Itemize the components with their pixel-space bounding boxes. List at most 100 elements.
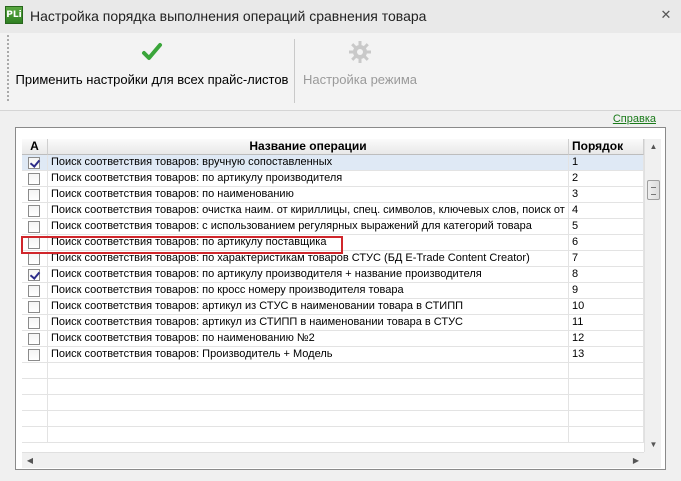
empty-row	[22, 379, 644, 395]
scroll-up-icon[interactable]: ▲	[645, 139, 662, 154]
operation-name-cell: Поиск соответствия товаров: по артикулу …	[48, 171, 569, 186]
green-checkmark-icon	[142, 43, 162, 60]
operation-name-cell: Поиск соответствия товаров: Производител…	[48, 347, 569, 362]
window-title: Настройка порядка выполнения операций ср…	[30, 8, 427, 24]
operation-name-cell: Поиск соответствия товаров: артикул из С…	[48, 315, 569, 330]
order-cell: 11	[569, 315, 644, 330]
row-checkbox[interactable]	[28, 285, 40, 297]
column-header-order[interactable]: Порядок	[569, 139, 644, 155]
empty-cell	[22, 395, 48, 410]
mode-settings-label: Настройка режима	[302, 72, 418, 87]
empty-row	[22, 363, 644, 379]
row-checkbox[interactable]	[28, 333, 40, 345]
empty-cell	[569, 411, 644, 426]
operation-name-cell: Поиск соответствия товаров: по характери…	[48, 251, 569, 266]
operation-name-cell: Поиск соответствия товаров: вручную сопо…	[48, 155, 569, 170]
order-cell: 8	[569, 267, 644, 282]
table-row[interactable]: Поиск соответствия товаров: по характери…	[22, 251, 644, 267]
checkbox-cell	[22, 267, 48, 282]
row-checkbox[interactable]	[28, 173, 40, 185]
empty-cell	[48, 363, 569, 378]
gear-icon	[349, 41, 371, 63]
row-checkbox[interactable]	[28, 317, 40, 329]
order-cell: 12	[569, 331, 644, 346]
horizontal-scrollbar[interactable]: ◀ ▶	[22, 452, 644, 468]
table-row[interactable]: Поиск соответствия товаров: по кросс ном…	[22, 283, 644, 299]
order-cell: 4	[569, 203, 644, 218]
toolbar-divider	[0, 110, 681, 111]
order-cell: 3	[569, 187, 644, 202]
mode-settings-button[interactable]: Настройка режима	[298, 36, 422, 106]
operation-name-cell: Поиск соответствия товаров: по кросс ном…	[48, 283, 569, 298]
checkbox-cell	[22, 171, 48, 186]
row-checkbox[interactable]	[28, 349, 40, 361]
help-link[interactable]: Справка	[613, 113, 656, 125]
checkbox-cell	[22, 219, 48, 234]
empty-cell	[569, 427, 644, 442]
table-row[interactable]: Поиск соответствия товаров: очистка наим…	[22, 203, 644, 219]
table-row[interactable]: Поиск соответствия товаров: по артикулу …	[22, 235, 644, 251]
empty-cell	[48, 427, 569, 442]
scroll-down-icon[interactable]: ▼	[645, 437, 662, 452]
table-row[interactable]: Поиск соответствия товаров: по наименова…	[22, 187, 644, 203]
row-checkbox[interactable]	[28, 157, 40, 169]
title-bar: PLi Настройка порядка выполнения операци…	[0, 0, 681, 33]
table-row[interactable]: Поиск соответствия товаров: по артикулу …	[22, 171, 644, 187]
vertical-scrollbar[interactable]: ▲ ▼	[644, 139, 661, 452]
empty-row	[22, 411, 644, 427]
table-row[interactable]: Поиск соответствия товаров: артикул из С…	[22, 315, 644, 331]
checkbox-cell	[22, 235, 48, 250]
order-cell: 10	[569, 299, 644, 314]
toolbar-grip[interactable]	[7, 35, 9, 103]
row-checkbox[interactable]	[28, 221, 40, 233]
empty-row	[22, 427, 644, 443]
operation-name-cell: Поиск соответствия товаров: артикул из С…	[48, 299, 569, 314]
column-header-a[interactable]: A	[22, 139, 48, 155]
operations-grid: A Название операции Порядок Поиск соотве…	[22, 139, 644, 452]
operation-name-cell: Поиск соответствия товаров: по артикулу …	[48, 267, 569, 282]
table-row[interactable]: Поиск соответствия товаров: Производител…	[22, 347, 644, 363]
empty-cell	[48, 379, 569, 394]
row-checkbox[interactable]	[28, 253, 40, 265]
close-icon[interactable]: ✕	[659, 8, 673, 22]
row-checkbox[interactable]	[28, 237, 40, 249]
row-checkbox[interactable]	[28, 301, 40, 313]
table-row[interactable]: Поиск соответствия товаров: вручную сопо…	[22, 155, 644, 171]
checkbox-cell	[22, 187, 48, 202]
empty-row	[22, 395, 644, 411]
operation-name-cell: Поиск соответствия товаров: по наименова…	[48, 331, 569, 346]
checkbox-cell	[22, 203, 48, 218]
order-cell: 13	[569, 347, 644, 362]
apply-settings-button[interactable]: Применить настройки для всех прайс-листо…	[12, 36, 292, 106]
table-row[interactable]: Поиск соответствия товаров: по наименова…	[22, 331, 644, 347]
order-cell: 5	[569, 219, 644, 234]
empty-cell	[22, 427, 48, 442]
apply-settings-label: Применить настройки для всех прайс-листо…	[15, 72, 289, 87]
table-row[interactable]: Поиск соответствия товаров: артикул из С…	[22, 299, 644, 315]
table-row[interactable]: Поиск соответствия товаров: с использова…	[22, 219, 644, 235]
scrollbar-corner	[644, 452, 661, 468]
empty-cell	[22, 411, 48, 426]
row-checkbox[interactable]	[28, 205, 40, 217]
order-cell: 1	[569, 155, 644, 170]
checkbox-cell	[22, 315, 48, 330]
checkbox-cell	[22, 251, 48, 266]
scroll-right-icon[interactable]: ▶	[628, 453, 644, 469]
checkbox-cell	[22, 347, 48, 362]
order-cell: 7	[569, 251, 644, 266]
scroll-left-icon[interactable]: ◀	[22, 453, 38, 469]
order-cell: 9	[569, 283, 644, 298]
checkbox-cell	[22, 155, 48, 170]
column-header-name[interactable]: Название операции	[48, 139, 569, 155]
vertical-scroll-thumb[interactable]	[647, 180, 660, 200]
operation-name-cell: Поиск соответствия товаров: очистка наим…	[48, 203, 569, 218]
operation-name-cell: Поиск соответствия товаров: с использова…	[48, 219, 569, 234]
checkbox-cell	[22, 283, 48, 298]
checkbox-cell	[22, 299, 48, 314]
table-row[interactable]: Поиск соответствия товаров: по артикулу …	[22, 267, 644, 283]
empty-cell	[569, 395, 644, 410]
empty-cell	[22, 363, 48, 378]
row-checkbox[interactable]	[28, 189, 40, 201]
operation-name-cell: Поиск соответствия товаров: по артикулу …	[48, 235, 569, 250]
row-checkbox[interactable]	[28, 269, 40, 281]
